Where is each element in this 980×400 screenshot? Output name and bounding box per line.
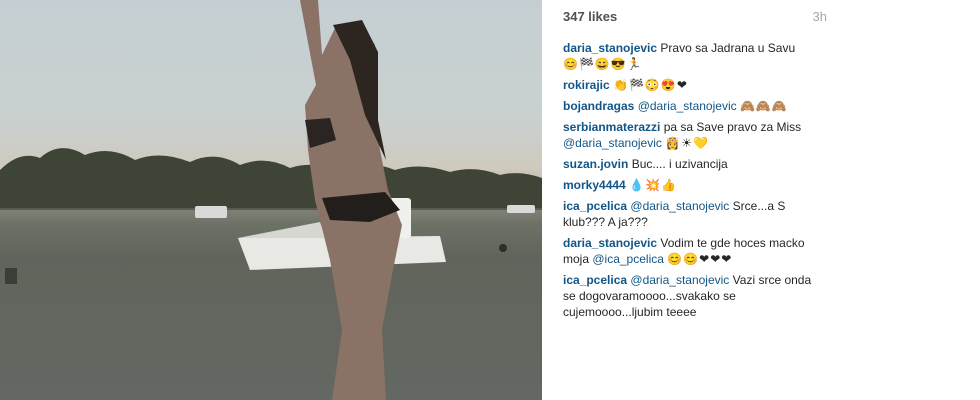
comment-emoji: 👏🏁😳😍❤ xyxy=(613,78,688,92)
comment-username[interactable]: rokirajic xyxy=(563,78,610,92)
comment-item: ica_pcelica @daria_stanojevic Srce...a S… xyxy=(563,198,813,230)
comment-item: morky4444 💧💥👍 xyxy=(563,177,813,193)
comment-mention[interactable]: @daria_stanojevic xyxy=(630,273,729,287)
comment-username[interactable]: ica_pcelica xyxy=(563,199,627,213)
comment-mention[interactable]: @daria_stanojevic xyxy=(638,99,737,113)
comment-username[interactable]: daria_stanojevic xyxy=(563,41,657,55)
comment-text: pa sa Save pravo za Miss xyxy=(663,120,802,134)
comment-emoji: 🙈🙈🙈 xyxy=(739,99,788,113)
comment-mention[interactable]: @ica_pcelica xyxy=(592,252,664,266)
comment-item: serbianmaterazzi pa sa Save pravo za Mis… xyxy=(563,119,813,151)
comment-item: daria_stanojevic Vodim te gde hoces mack… xyxy=(563,235,813,267)
comment-item: rokirajic 👏🏁😳😍❤ xyxy=(563,77,813,93)
comment-username[interactable]: bojandragas xyxy=(563,99,634,113)
comment-username[interactable]: serbianmaterazzi xyxy=(563,120,660,134)
comment-username[interactable]: suzan.jovin xyxy=(563,157,628,171)
comment-emoji: 💧💥👍 xyxy=(629,178,677,192)
post-timestamp[interactable]: 3h xyxy=(813,9,827,24)
comment-emoji: 😊🏁😄😎🏃 xyxy=(563,57,643,71)
comment-username[interactable]: daria_stanojevic xyxy=(563,236,657,250)
comment-item: suzan.jovin Buc.... i uzivancija xyxy=(563,156,813,172)
comment-mention[interactable]: @daria_stanojevic xyxy=(563,136,662,150)
likes-count[interactable]: 347 likes xyxy=(563,9,617,24)
comment-mention[interactable]: @daria_stanojevic xyxy=(630,199,729,213)
comment-item: bojandragas @daria_stanojevic 🙈🙈🙈 xyxy=(563,98,813,114)
comment-emoji: 👸☀💛 xyxy=(665,136,709,150)
comment-list: daria_stanojevic Pravo sa Jadrana u Savu… xyxy=(563,40,813,325)
comment-item: ica_pcelica @daria_stanojevic Vazi srce … xyxy=(563,272,813,320)
comment-item: daria_stanojevic Pravo sa Jadrana u Savu… xyxy=(563,40,813,72)
post-meta: 347 likes 3h xyxy=(563,9,827,27)
comments-panel: 347 likes 3h daria_stanojevic Pravo sa J… xyxy=(542,0,980,400)
comment-emoji: 😊😊❤❤❤ xyxy=(667,252,733,266)
beach-photo-illustration xyxy=(0,0,542,400)
comment-username[interactable]: ica_pcelica xyxy=(563,273,627,287)
post-photo[interactable] xyxy=(0,0,542,400)
comment-text: Pravo sa Jadrana u Savu xyxy=(660,41,796,55)
comment-text: Buc.... i uzivancija xyxy=(631,157,728,171)
comment-username[interactable]: morky4444 xyxy=(563,178,626,192)
